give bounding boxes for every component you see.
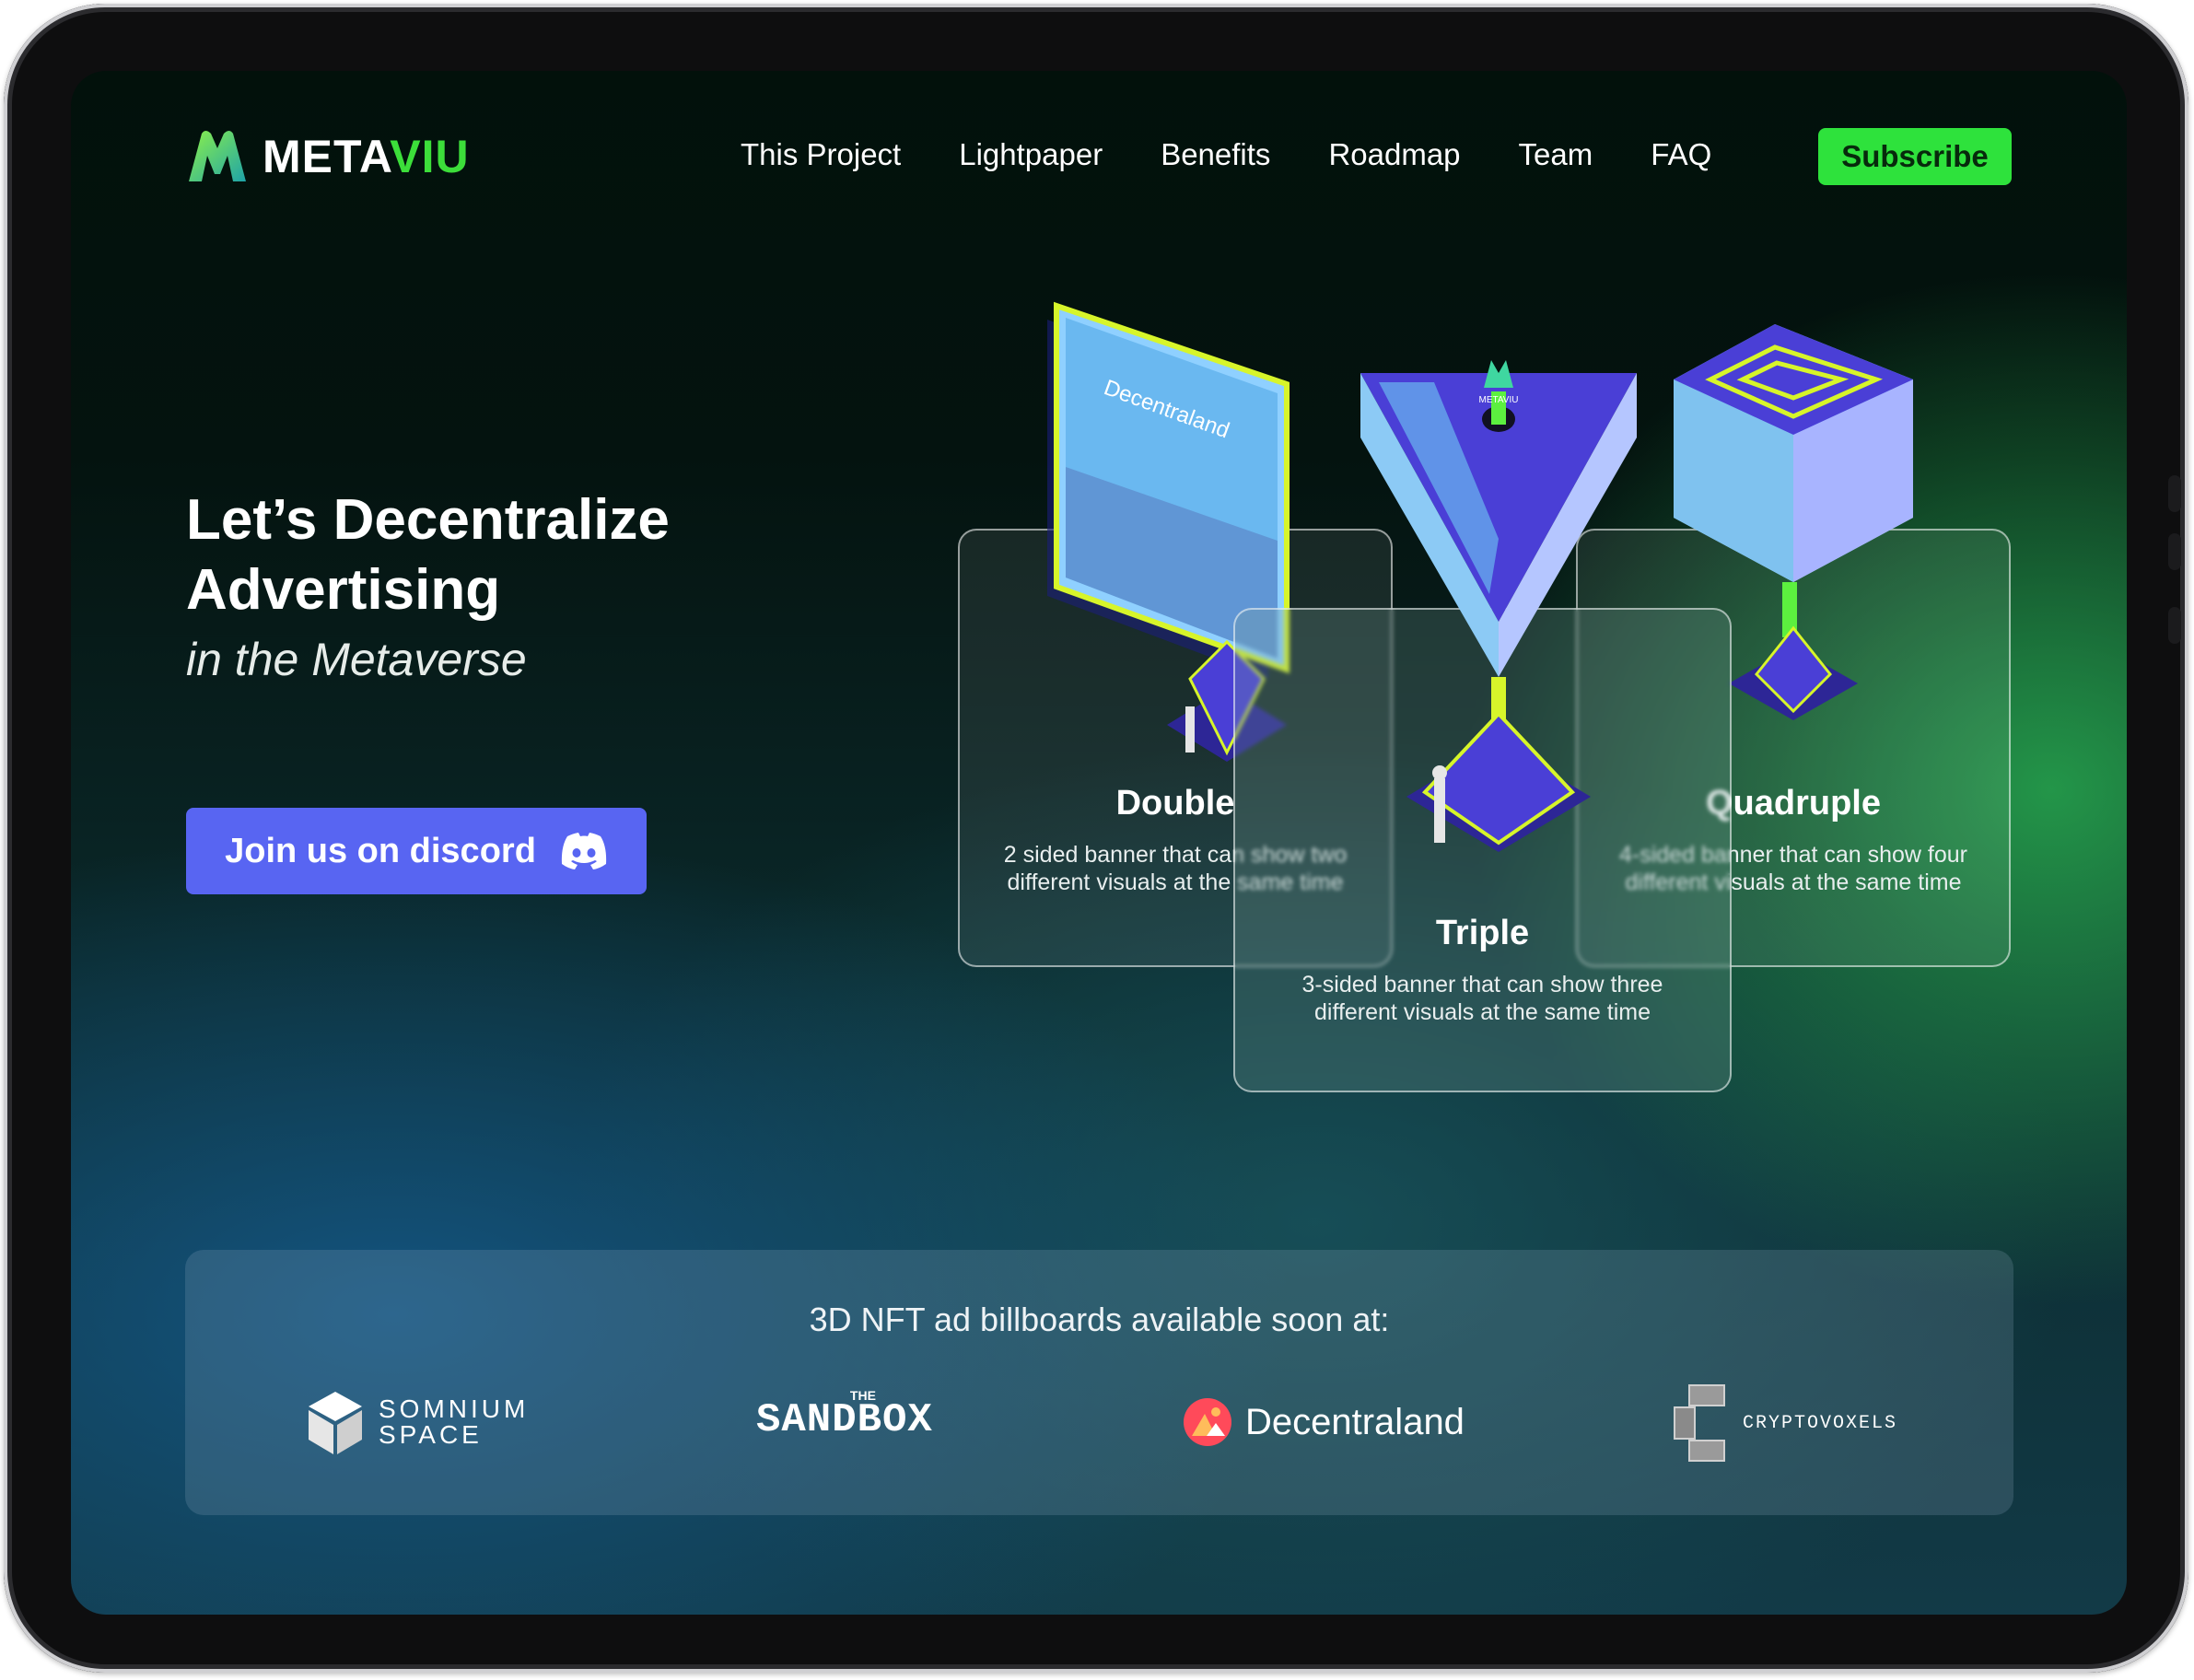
nav-lightpaper[interactable]: Lightpaper [959,137,1103,172]
brand-name: METAVIU [263,131,470,182]
tablet-frame: METAVIU This Project Lightpaper Benefits… [4,4,2188,1673]
cryptovoxels-icon [1674,1384,1725,1462]
main-nav: This Project Lightpaper Benefits Roadmap… [741,137,1769,172]
hero-subtitle: in the Metaverse [186,634,527,685]
card-description: 3-sided banner that can show three diffe… [1301,972,1663,1025]
partners-title: 3D NFT ad billboards available soon at: [809,1301,1390,1338]
partner-cryptovoxels[interactable]: CRYPTOVOXELS [1673,1383,1897,1463]
nav-team[interactable]: Team [1519,137,1593,172]
nav-roadmap[interactable]: Roadmap [1328,137,1460,172]
nav-faq[interactable]: FAQ [1651,137,1711,172]
partners-panel: 3D NFT ad billboards available soon at: … [185,1250,2013,1515]
decentraland-icon [1184,1398,1231,1446]
discord-icon [561,833,607,869]
nav-benefits[interactable]: Benefits [1161,137,1270,172]
sandbox-main: SANDBOX [756,1397,933,1443]
partner-the-sandbox[interactable]: THE SANDBOX [756,1388,933,1443]
website-screen: METAVIU This Project Lightpaper Benefits… [71,71,2127,1615]
join-discord-button[interactable]: Join us on discord [186,808,647,894]
partner-decentraland[interactable]: Decentraland [1183,1397,1465,1447]
triple-billboard-illustration: METAVIU [1360,360,1637,852]
partner-somnium-space[interactable]: SOMNIUM SPACE [305,1388,529,1456]
brand-logo[interactable]: METAVIU [185,128,470,185]
card-title: Triple [1435,914,1530,952]
metaviu-logo-icon [189,131,246,181]
somnium-cube-icon [309,1392,362,1454]
decentraland-name: Decentraland [1245,1401,1465,1442]
cryptovoxels-name: CRYPTOVOXELS [1743,1412,1898,1434]
volume-button [2168,533,2181,570]
subscribe-button[interactable]: Subscribe [1818,128,2012,185]
nav-this-project[interactable]: This Project [741,137,901,172]
somnium-line1: SOMNIUM [379,1394,530,1423]
billboard-brand-label: METAVIU [1479,395,1519,405]
somnium-line2: SPACE [379,1420,483,1449]
volume-button [2168,475,2181,512]
hero-title: Let’s Decentralize Advertising [186,488,670,622]
power-button [2168,607,2181,644]
discord-button-label: Join us on discord [225,831,536,870]
